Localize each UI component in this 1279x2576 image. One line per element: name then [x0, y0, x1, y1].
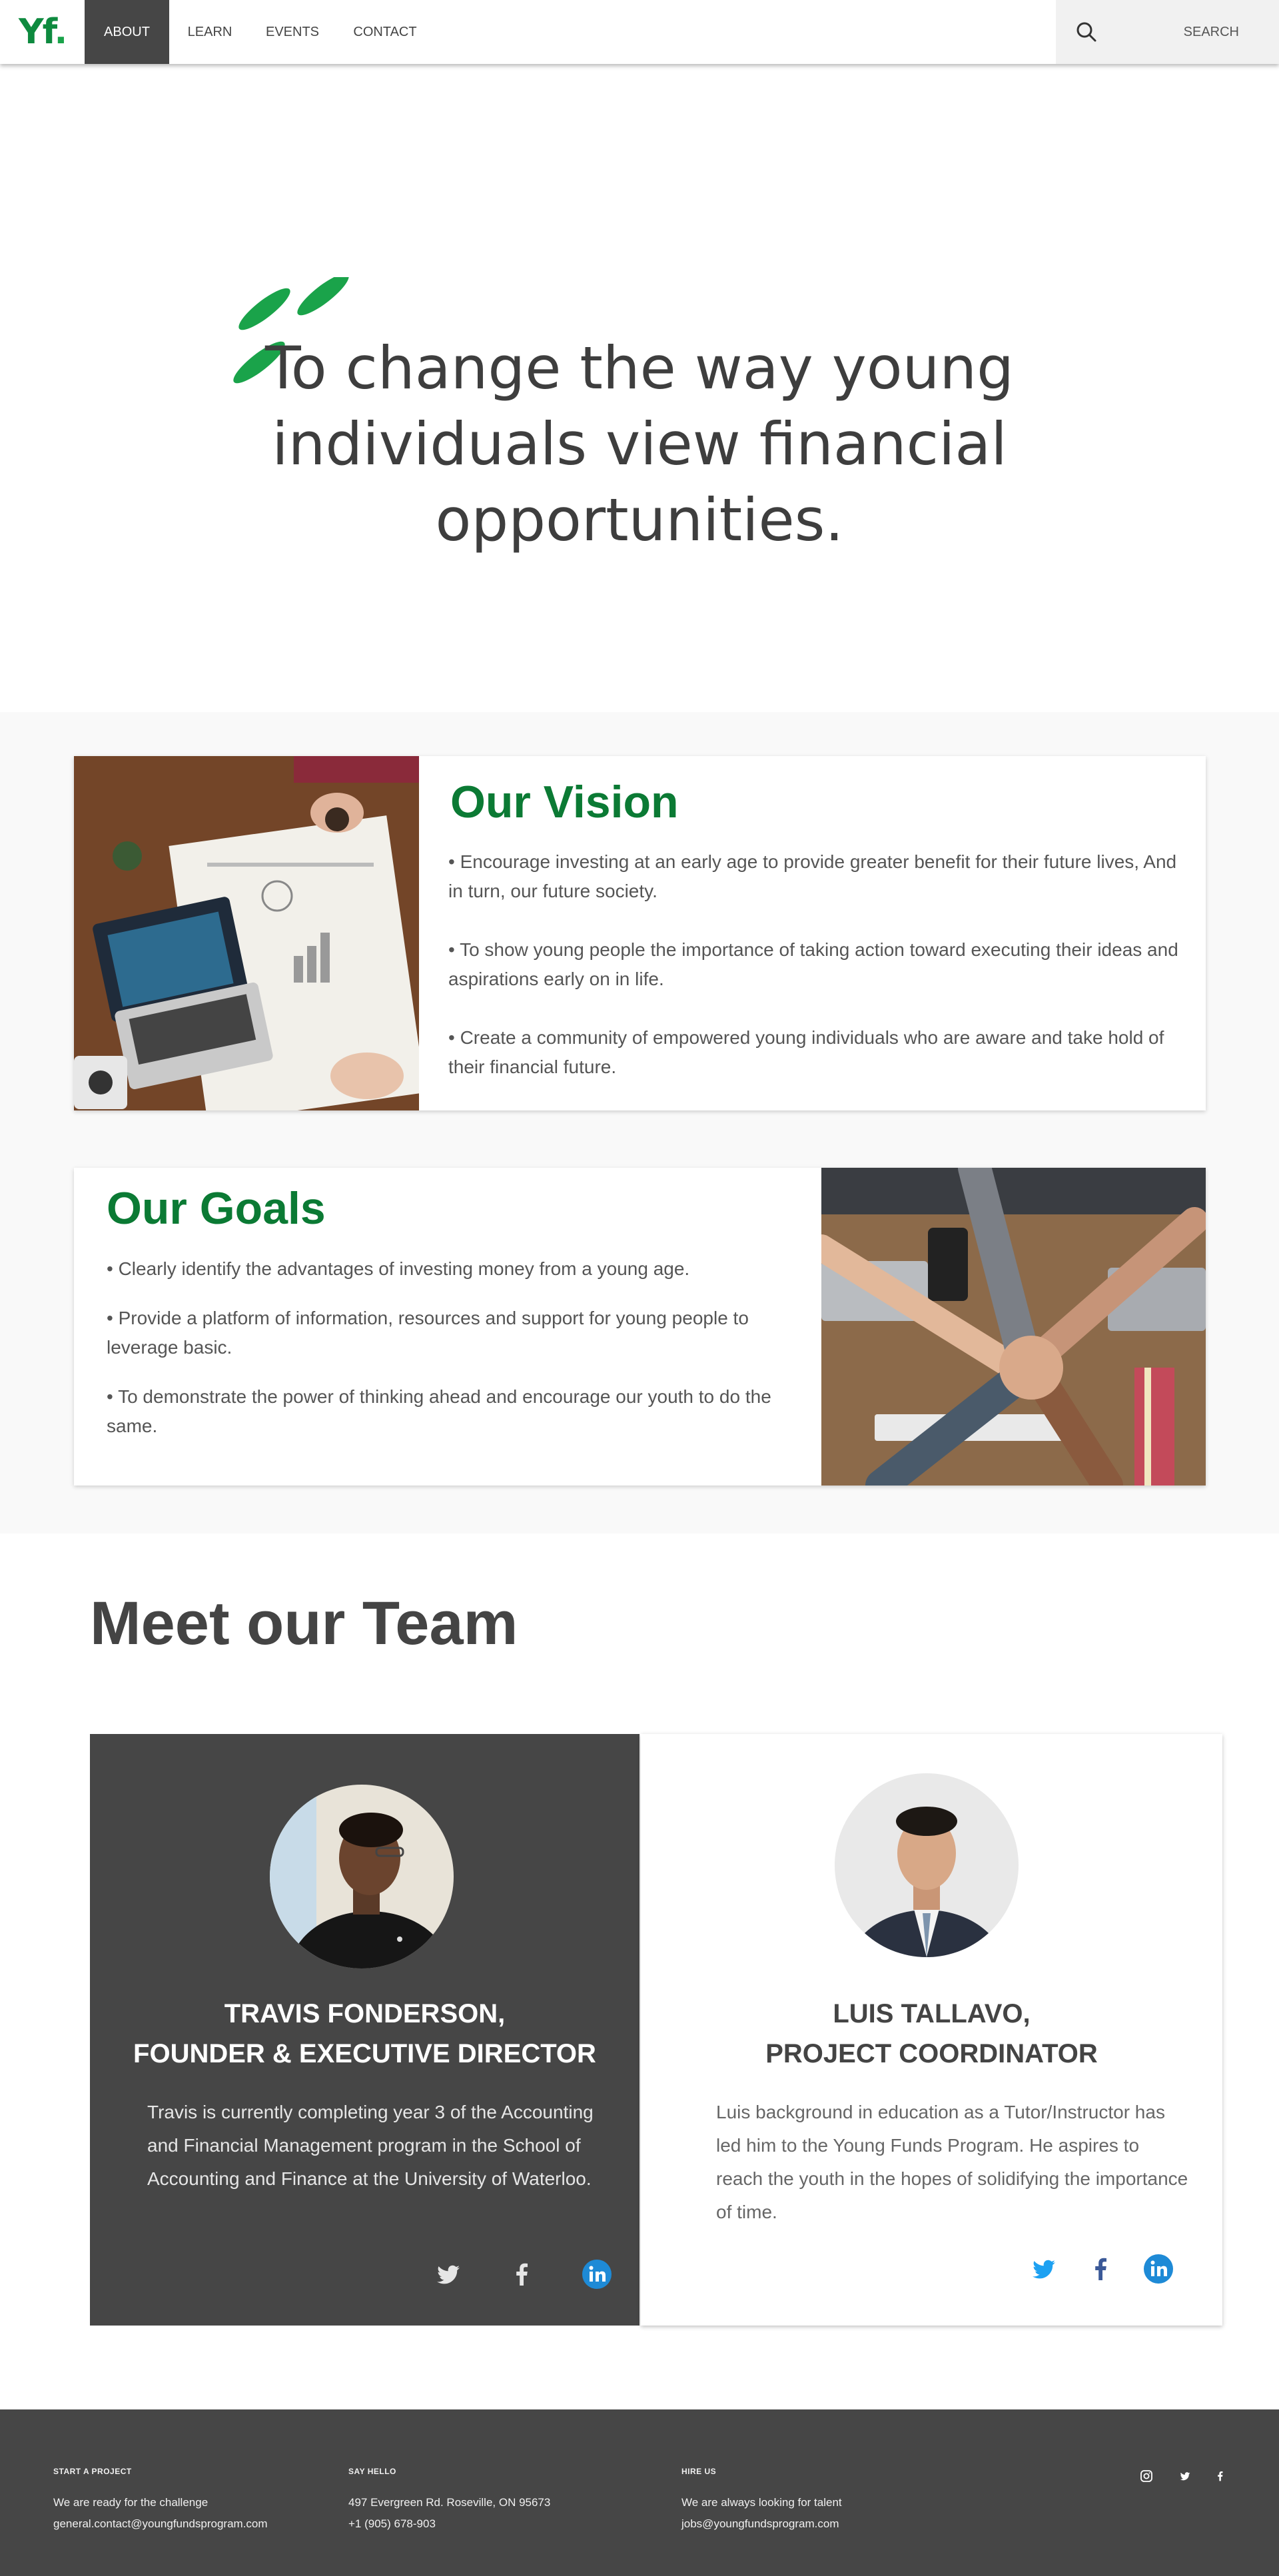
vision-point: • To show young people the importance of… — [448, 939, 1178, 989]
member-role: Project Coordinator — [765, 2039, 1098, 2068]
footer-email-link[interactable]: general.contact@youngfundsprogram.com — [53, 2513, 268, 2535]
footer-text: We are always looking for talent — [681, 2496, 842, 2509]
goals-title: Our Goals — [107, 1183, 326, 1234]
facebook-icon[interactable] — [1214, 2469, 1227, 2483]
mission-line-2: individuals view financial — [272, 410, 1007, 478]
search-box[interactable]: SEARCH — [1056, 0, 1279, 64]
member-name-line: Travis Fonderson, — [224, 1999, 506, 2028]
footer-col-say-hello: Say hello 497 Evergreen Rd. Roseville, O… — [348, 2467, 550, 2535]
avatar — [270, 1785, 454, 1968]
top-nav: Yf. About Learn Events Contact SEARCH — [0, 0, 1279, 64]
footer-phone[interactable]: +1 (905) 678-903 — [348, 2513, 550, 2535]
member-bio: Travis is currently completing year 3 of… — [147, 2102, 594, 2189]
nav-item-about[interactable]: About — [85, 0, 169, 64]
mission-line-3: opportunities. — [435, 486, 844, 554]
vision-card: Our Vision • Encourage investing at an e… — [74, 756, 1206, 1110]
logo-dot: . — [54, 12, 67, 52]
goals-point: • To demonstrate the power of thinking a… — [107, 1386, 771, 1436]
footer-heading: Say hello — [348, 2467, 396, 2476]
footer-text: We are ready for the challenge — [53, 2496, 209, 2509]
goals-point: • Clearly identify the advantages of inv… — [107, 1258, 690, 1279]
twitter-icon[interactable] — [1029, 2254, 1059, 2284]
mission-line-1: To change the way young — [264, 334, 1015, 402]
linkedin-icon[interactable] — [582, 2259, 612, 2290]
member-role: Founder & Executive Director — [133, 2039, 596, 2068]
avatar — [835, 1773, 1019, 1957]
logo[interactable]: Yf. — [19, 12, 67, 52]
logo-text: Yf — [19, 12, 55, 52]
vision-title: Our Vision — [450, 777, 679, 827]
member-name-line: Luis Tallavo, — [833, 1999, 1031, 2028]
footer-col-hire-us: Hire us We are always looking for talent… — [681, 2467, 842, 2535]
search-icon[interactable] — [1076, 21, 1097, 43]
footer-heading: Hire us — [681, 2467, 717, 2476]
linkedin-icon[interactable] — [1143, 2254, 1174, 2284]
hero-section: To change the way young individuals view… — [0, 64, 1279, 712]
vision-image — [74, 756, 419, 1110]
goals-card: Our Goals • Clearly identify the advanta… — [74, 1168, 1206, 1486]
search-label[interactable]: SEARCH — [1184, 0, 1239, 64]
footer-email-link[interactable]: jobs@youngfundsprogram.com — [681, 2513, 842, 2535]
footer: Start a project We are ready for the cha… — [0, 2409, 1279, 2576]
team-title: Meet our Team — [90, 1589, 518, 1657]
footer-col-start-project: Start a project We are ready for the cha… — [53, 2467, 268, 2535]
team-card-travis: Travis Fonderson, Founder & Executive Di… — [90, 1734, 640, 2326]
nav-item-learn[interactable]: Learn — [175, 0, 245, 64]
twitter-icon[interactable] — [1178, 2469, 1192, 2483]
footer-heading: Start a project — [53, 2467, 132, 2476]
facebook-icon[interactable] — [1086, 2254, 1116, 2284]
member-name: Luis Tallavo, Project Coordinator — [641, 1994, 1222, 2074]
goals-list: • Clearly identify the advantages of inv… — [107, 1254, 806, 1461]
twitter-icon[interactable] — [433, 2259, 464, 2290]
goals-point: • Provide a platform of information, res… — [107, 1308, 749, 1358]
nav-item-contact[interactable]: Contact — [345, 0, 425, 64]
team-card-luis: Luis Tallavo, Project Coordinator Luis b… — [641, 1734, 1222, 2326]
nav-item-events[interactable]: Events — [256, 0, 328, 64]
member-bio: Luis background in education as a Tutor/… — [716, 2102, 1188, 2222]
member-name: Travis Fonderson, Founder & Executive Di… — [90, 1994, 640, 2074]
goals-image — [821, 1168, 1206, 1486]
vision-point: • Create a community of empowered young … — [448, 1027, 1164, 1077]
footer-address: 497 Evergreen Rd. Roseville, ON 95673 — [348, 2496, 551, 2509]
vision-point: • Encourage investing at an early age to… — [448, 851, 1177, 901]
vision-list: • Encourage investing at an early age to… — [448, 847, 1194, 1111]
mission-statement: To change the way young individuals view… — [240, 330, 1039, 558]
facebook-icon[interactable] — [507, 2259, 538, 2290]
instagram-icon[interactable] — [1140, 2469, 1153, 2483]
